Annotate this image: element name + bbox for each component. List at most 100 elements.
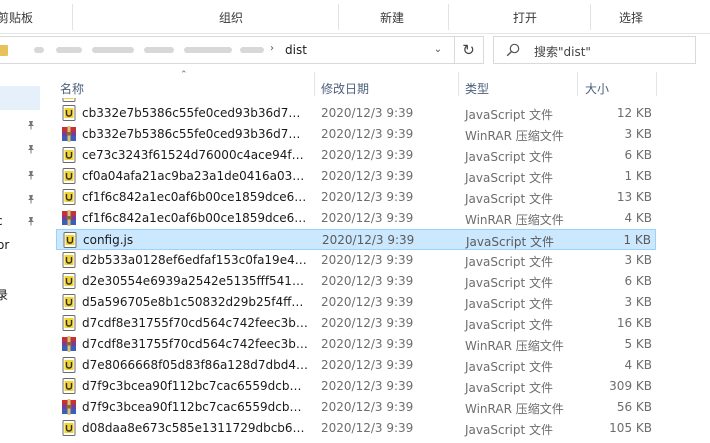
ribbon-group-open[interactable]: 打开	[513, 9, 537, 26]
nav-item-label[interactable]: 录	[0, 286, 8, 303]
breadcrumb-separator: ›	[270, 43, 274, 54]
table-row[interactable]: d2b533a0128ef6edfaf153c0fa19e432.js 2020/…	[56, 250, 656, 271]
file-type: WinRAR 压缩文件	[465, 129, 564, 143]
address-bar[interactable]: › dist ⌄ ↻	[0, 36, 484, 64]
file-size: 105 KB	[609, 421, 652, 435]
table-row[interactable]: cb332e7b5386c55fe0ced93b36d73da... 2020/1…	[56, 103, 656, 124]
table-row[interactable]: d2e30554e6939a2542e5135fff541daa... 2020/…	[56, 271, 656, 292]
file-type: WinRAR 压缩文件	[465, 339, 564, 353]
breadcrumb-obscured	[26, 43, 266, 57]
file-size: 1 KB	[624, 169, 652, 183]
file-name: cb332e7b5386c55fe0ced93b36d73da...	[82, 127, 308, 141]
file-name: d7e8066668f05d83f86a128d7dbd45a...	[82, 358, 308, 372]
column-divider[interactable]	[458, 72, 459, 96]
file-name: d5a596705e8b1c50832d29b25f4ffb0...	[82, 295, 308, 309]
file-size: 3 KB	[624, 127, 652, 141]
js-file-icon	[62, 315, 76, 331]
file-type: JavaScript 文件	[465, 318, 553, 332]
file-type: JavaScript 文件	[465, 360, 553, 374]
table-row[interactable]: d08daa8e673c585e1311729dbcb63e... 2020/12…	[56, 418, 656, 439]
nav-item-label[interactable]: c	[0, 214, 3, 228]
pin-icon[interactable]	[26, 144, 36, 154]
file-modified-date: 2020/12/3 9:39	[321, 337, 414, 351]
file-name: cf0a04afa21ac9ba23a1de0416a0310...	[82, 169, 308, 183]
pin-icon[interactable]	[26, 120, 36, 130]
file-type: JavaScript 文件	[466, 235, 554, 249]
js-file-icon	[62, 98, 76, 102]
winrar-archive-icon	[62, 210, 76, 226]
js-file-icon	[62, 420, 76, 436]
js-file-icon	[62, 294, 76, 310]
nav-item-label[interactable]: or	[0, 238, 9, 252]
file-name: d2b533a0128ef6edfaf153c0fa19e432.js	[82, 253, 308, 267]
table-row[interactable]: d5a596705e8b1c50832d29b25f4ffb0... 2020/1…	[56, 292, 656, 313]
breadcrumb-current-folder[interactable]: dist	[285, 43, 307, 57]
winrar-archive-icon	[62, 336, 76, 352]
file-name: d2e30554e6939a2542e5135fff541daa...	[82, 274, 308, 288]
column-divider[interactable]	[656, 72, 657, 96]
file-type: JavaScript 文件	[465, 381, 553, 395]
table-row[interactable]: cb332e7b5386c55fe0ced93b36d73da... 2020/1…	[56, 124, 656, 145]
ribbon-separator	[590, 4, 591, 30]
ribbon-group-clipboard[interactable]: 剪贴板	[0, 9, 33, 26]
nav-selected-item[interactable]	[0, 86, 40, 110]
sort-ascending-icon: ⌃	[180, 70, 188, 80]
table-row[interactable]: cf1f6c842a1ec0af6b00ce1859dce6d5... 2020/…	[56, 208, 656, 229]
file-name: d7cdf8e31755f70cd564c742feec3be0...	[82, 316, 308, 330]
file-size: 6 KB	[624, 148, 652, 162]
file-name: d7f9c3bcea90f112bc7cac6559dcb00c...	[82, 379, 308, 393]
file-type: JavaScript 文件	[465, 171, 553, 185]
table-row[interactable]: d7e8066668f05d83f86a128d7dbd45a... 2020/1…	[56, 355, 656, 376]
js-file-icon	[62, 357, 76, 373]
file-type: JavaScript 文件	[465, 108, 553, 122]
file-size: 4 KB	[624, 358, 652, 372]
table-row[interactable]: ce73c3243f61524d76000c4ace94f2bb... 2020/…	[56, 145, 656, 166]
file-modified-date: 2020/12/3 9:39	[321, 211, 414, 225]
search-icon	[506, 43, 520, 57]
column-header-size[interactable]: 大小	[585, 80, 609, 97]
table-row[interactable]: d7cdf8e31755f70cd564c742feec3be0... 2020/…	[56, 313, 656, 334]
js-file-icon	[63, 232, 77, 248]
navigation-pane: c or 录	[0, 66, 44, 443]
file-modified-date: 2020/12/3 9:39	[321, 253, 414, 267]
file-type: JavaScript 文件	[465, 150, 553, 164]
pin-icon[interactable]	[26, 216, 36, 226]
ribbon: 剪贴板 组织 新建 打开 选择	[0, 0, 710, 34]
ribbon-separator	[448, 4, 449, 30]
pin-icon[interactable]	[26, 170, 36, 180]
ribbon-group-select[interactable]: 选择	[619, 9, 643, 26]
file-name: cb332e7b5386c55fe0ced93b36d73da...	[82, 106, 308, 120]
file-modified-date: 2020/12/3 9:39	[321, 169, 414, 183]
table-row[interactable]: cf0a04afa21ac9ba23a1de0416a0310... 2020/1…	[56, 166, 656, 187]
table-row[interactable]: cf1f6c842a1ec0af6b00ce1859dce6d5.js 2020/…	[56, 187, 656, 208]
ribbon-group-new[interactable]: 新建	[380, 9, 404, 26]
file-modified-date: 2020/12/3 9:39	[321, 400, 414, 414]
refresh-icon[interactable]: ↻	[454, 37, 482, 63]
js-file-icon	[62, 189, 76, 205]
file-modified-date: 2020/12/3 9:39	[321, 421, 414, 435]
column-header-type[interactable]: 类型	[465, 80, 489, 97]
search-placeholder: 搜索"dist"	[534, 45, 591, 59]
column-header-row: ⌃ 名称 修改日期 类型 大小	[44, 70, 710, 98]
table-row[interactable]: d7f9c3bcea90f112bc7cac6559dcb00c... 2020/…	[56, 376, 656, 397]
file-type: WinRAR 压缩文件	[465, 213, 564, 227]
ribbon-group-organize[interactable]: 组织	[219, 9, 243, 26]
pin-icon[interactable]	[26, 194, 36, 204]
column-divider[interactable]	[314, 72, 315, 96]
file-size: 13 KB	[616, 190, 652, 204]
file-type: JavaScript 文件	[465, 192, 553, 206]
file-name: d7f9c3bcea90f112bc7cac6559dcb00c...	[82, 400, 308, 414]
search-input[interactable]: 搜索"dist"	[493, 36, 696, 64]
file-modified-date: 2020/12/3 9:39	[321, 106, 414, 120]
file-type: WinRAR 压缩文件	[465, 402, 564, 416]
table-row[interactable]: config.js 2020/12/3 9:39 JavaScript 文件 1 KB	[56, 229, 656, 250]
js-file-icon	[62, 252, 76, 268]
column-header-date[interactable]: 修改日期	[321, 80, 369, 97]
column-header-name[interactable]: 名称	[60, 80, 84, 97]
table-row[interactable]: d7cdf8e31755f70cd564c742feec3be0... 2020/…	[56, 334, 656, 355]
js-file-icon	[62, 168, 76, 184]
address-history-chevron-icon[interactable]: ⌄	[428, 40, 448, 60]
column-divider[interactable]	[577, 72, 578, 96]
file-size: 3 KB	[624, 295, 652, 309]
table-row[interactable]: d7f9c3bcea90f112bc7cac6559dcb00c... 2020/…	[56, 397, 656, 418]
